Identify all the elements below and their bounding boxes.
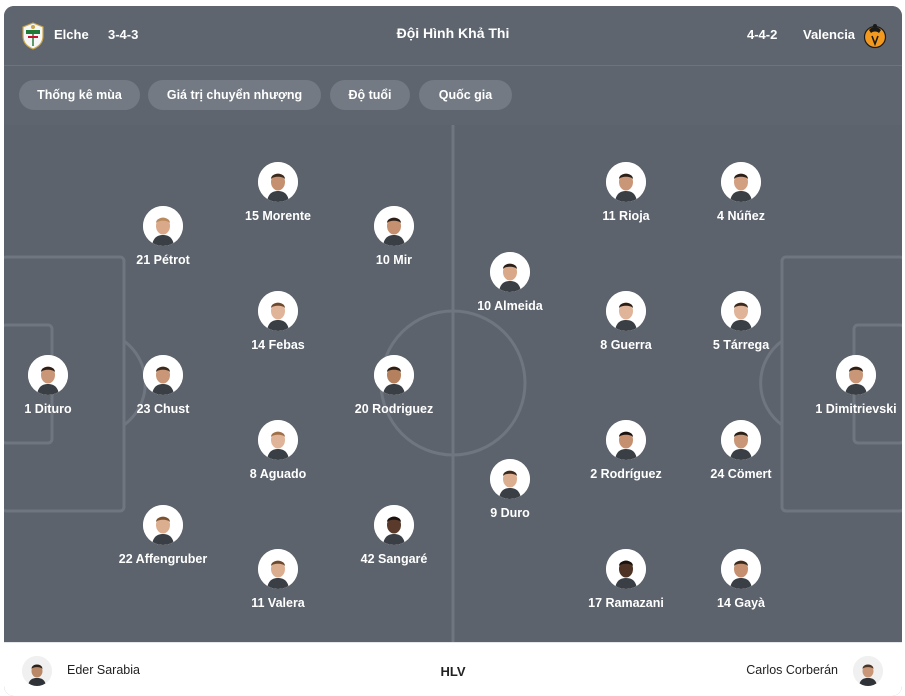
lineup-card: Elche 3-4-3 Đội Hình Khả Thi 4-4-2 Valen…	[4, 6, 902, 696]
player-avatar	[28, 355, 68, 395]
player-name: 11 Valera	[251, 596, 305, 610]
player-avatar	[374, 505, 414, 545]
filter-transfer-value[interactable]: Giá trị chuyển nhượng	[148, 80, 321, 110]
player-away-10[interactable]: 10 Almeida	[435, 252, 585, 313]
player-avatar	[606, 162, 646, 202]
filter-bar: Thống kê mùa Giá trị chuyển nhượng Độ tu…	[4, 66, 902, 125]
player-avatar	[374, 355, 414, 395]
player-name: 8 Aguado	[249, 467, 307, 481]
player-name: 9 Duro	[490, 506, 530, 520]
away-formation: 4-4-2	[747, 27, 778, 42]
valencia-badge-icon[interactable]	[863, 22, 887, 50]
player-avatar	[721, 162, 761, 202]
player-name: 42 Sangaré	[360, 552, 428, 566]
player-avatar	[606, 549, 646, 589]
player-away-11[interactable]: 9 Duro	[435, 459, 585, 520]
player-avatar	[721, 549, 761, 589]
player-avatar	[374, 206, 414, 246]
player-avatar	[836, 355, 876, 395]
filter-age[interactable]: Độ tuổi	[330, 80, 410, 110]
player-avatar	[721, 291, 761, 331]
player-home-10[interactable]: 20 Rodriguez	[319, 355, 469, 416]
player-name: 14 Febas	[251, 338, 305, 352]
player-away-6[interactable]: 11 Rioja	[551, 162, 701, 223]
player-name: 20 Rodriguez	[354, 402, 434, 416]
player-avatar	[143, 505, 183, 545]
filter-season-stats[interactable]: Thống kê mùa	[19, 80, 140, 110]
player-name: 10 Almeida	[477, 299, 543, 313]
player-avatar	[143, 206, 183, 246]
filter-country[interactable]: Quốc gia	[419, 80, 512, 110]
player-avatar	[721, 420, 761, 460]
player-avatar	[258, 420, 298, 460]
player-home-7[interactable]: 8 Aguado	[203, 420, 353, 481]
player-name: 8 Guerra	[600, 338, 652, 352]
player-away-1[interactable]: 1 Dimitrievski	[781, 355, 902, 416]
away-coach-avatar[interactable]	[853, 656, 883, 686]
coach-bar: Eder Sarabia HLV Carlos Corberán	[4, 642, 902, 696]
player-home-3[interactable]: 23 Chust	[88, 355, 238, 416]
player-avatar	[490, 459, 530, 499]
player-name: 23 Chust	[136, 402, 190, 416]
lineup-header: Elche 3-4-3 Đội Hình Khả Thi 4-4-2 Valen…	[4, 6, 902, 66]
player-avatar	[143, 355, 183, 395]
player-avatar	[258, 549, 298, 589]
player-name: 17 Ramazani	[588, 596, 664, 610]
away-coach-name[interactable]: Carlos Corberán	[746, 663, 838, 677]
player-avatar	[606, 291, 646, 331]
player-name: 1 Dimitrievski	[815, 402, 897, 416]
player-avatar	[490, 252, 530, 292]
player-away-9[interactable]: 17 Ramazani	[551, 549, 701, 610]
player-home-6[interactable]: 14 Febas	[203, 291, 353, 352]
player-name: 21 Pétrot	[136, 253, 190, 267]
player-avatar	[606, 420, 646, 460]
away-team-name[interactable]: Valencia	[803, 26, 855, 44]
player-name: 11 Rioja	[602, 209, 650, 223]
player-avatar	[258, 291, 298, 331]
pitch: 1 Dituro 21 Pétrot 23 Chust 22 Affengrub…	[4, 125, 902, 642]
player-avatar	[258, 162, 298, 202]
